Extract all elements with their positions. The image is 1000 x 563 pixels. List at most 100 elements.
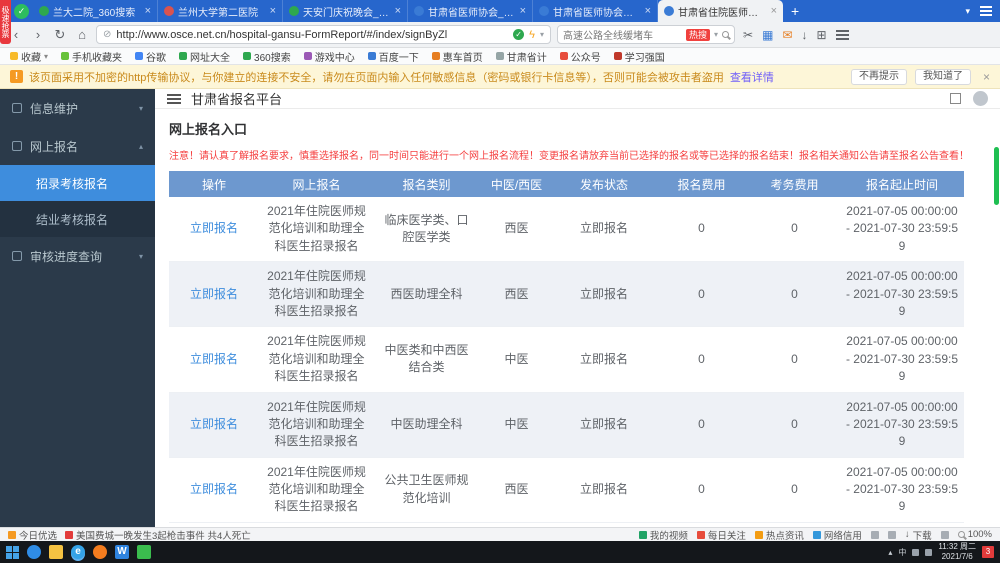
close-icon[interactable]: × <box>983 70 990 84</box>
type-cell: 西医 <box>479 262 554 327</box>
mail-icon[interactable]: ✉ <box>782 28 792 42</box>
hot-search-badge[interactable]: 热搜 <box>686 29 710 41</box>
browser-tab[interactable]: 甘肃省医师协会_百度搜索 × <box>408 0 533 22</box>
zoom-control[interactable]: 100% <box>958 529 992 540</box>
network-icon[interactable] <box>912 549 919 556</box>
warning-detail-link[interactable]: 查看详情 <box>730 69 774 85</box>
sidebar-item-info-maintenance[interactable]: 信息维护 ▾ <box>0 89 155 127</box>
close-icon[interactable]: × <box>395 5 401 17</box>
exam-fee-cell: 0 <box>749 327 840 392</box>
browser-logo-icon[interactable]: ✓ <box>14 4 29 19</box>
my-videos[interactable]: 我的视频 <box>639 528 688 542</box>
tray-expand-chevron-icon[interactable]: ▴ <box>888 548 892 557</box>
start-button[interactable] <box>6 546 19 559</box>
side-ribbon[interactable]: 极速抢票 <box>0 0 11 44</box>
chevron-up-icon: ▴ <box>139 142 143 151</box>
sidebar-item-review-progress[interactable]: 审核进度查询 ▾ <box>0 237 155 275</box>
browser-tab[interactable]: 天安门庆祝晚会_360搜索 × <box>283 0 408 22</box>
browser-tab[interactable]: 兰大二院_360搜索 × <box>33 0 158 22</box>
net-credit[interactable]: 网络信用 <box>813 528 862 542</box>
bookmarks-bar: 收藏 ▾ 手机收藏夹 谷歌 网址大全 360搜索 游戏中心 百度一下 <box>0 48 1000 65</box>
status-cell: 立即报名 <box>554 262 654 327</box>
signup-now-link[interactable]: 立即报名 <box>190 417 238 431</box>
file-explorer-icon[interactable] <box>49 545 63 559</box>
new-tab-button[interactable]: + <box>783 3 807 19</box>
bookmark-item[interactable]: 惠车首页 <box>432 49 483 64</box>
toolbar-icons: ✂ ▦ ✉ ↓ ⊞ <box>743 28 849 42</box>
refresh-button[interactable]: ↻ <box>52 27 68 43</box>
close-icon[interactable]: × <box>771 5 777 17</box>
download-icon[interactable]: ↓ <box>801 28 807 42</box>
bookmark-item[interactable]: 网址大全 <box>179 49 230 64</box>
wechat-icon[interactable] <box>137 545 151 559</box>
sidebar-toggle-icon[interactable] <box>888 531 896 539</box>
close-icon[interactable]: × <box>145 5 151 17</box>
sidebar-item-online-signup[interactable]: 网上报名 ▴ <box>0 127 155 165</box>
signup-now-link[interactable]: 立即报名 <box>190 352 238 366</box>
bookmark-item[interactable]: 谷歌 <box>135 49 166 64</box>
home-button[interactable]: ⌂ <box>74 27 90 42</box>
close-icon[interactable]: × <box>645 5 651 17</box>
today-picks[interactable]: 今日优选 <box>8 528 57 542</box>
notification-badge[interactable]: 3 <box>982 546 994 558</box>
browser-tab[interactable]: 甘肃省医师协会官方网站 × <box>533 0 658 22</box>
wps-icon[interactable]: W <box>115 545 129 559</box>
input-method-indicator[interactable]: 中 <box>898 547 906 558</box>
page-scrollbar-thumb[interactable] <box>994 147 999 205</box>
bookmark-favorites[interactable]: 收藏 ▾ <box>10 49 48 64</box>
tab-list-chevron-icon[interactable]: ▾ <box>965 6 970 17</box>
search-suggestion-text[interactable]: 高速公路全线缓堵车 <box>563 27 682 42</box>
bookmark-item[interactable]: 学习强国 <box>614 49 665 64</box>
taskbar-clock[interactable]: 11:32 周二 2021/7/6 <box>938 542 976 562</box>
search-box[interactable]: 高速公路全线缓堵车 热搜 ▾ <box>557 25 735 44</box>
tab-menu-icon[interactable] <box>980 6 992 16</box>
site-safety-shield-icon[interactable]: ✓ <box>513 29 524 40</box>
search-dropdown-icon[interactable]: ▾ <box>714 30 718 39</box>
sidebar-item-graduation-exam-signup[interactable]: 结业考核报名 <box>0 201 155 237</box>
forward-button[interactable]: › <box>30 27 46 42</box>
bookmark-item[interactable]: 百度一下 <box>368 49 419 64</box>
message-icon[interactable] <box>871 531 879 539</box>
address-bar[interactable]: ⊘ http://www.osce.net.cn/hospital-gansu-… <box>96 25 551 44</box>
close-icon[interactable]: × <box>520 5 526 17</box>
speed-mode-lightning-icon[interactable]: ϟ <box>529 29 535 41</box>
bookmark-item[interactable]: 游戏中心 <box>304 49 355 64</box>
bookmark-item[interactable]: 手机收藏夹 <box>61 49 122 64</box>
status-cell: 立即报名 <box>554 392 654 457</box>
sidebar-item-recruit-exam-signup[interactable]: 招录考核报名 <box>0 165 155 201</box>
news-ticker[interactable]: 美国费城一晚发生3起枪击事件 共4人死亡 <box>65 528 251 542</box>
sidebar-item-label: 信息维护 <box>30 100 78 117</box>
bookmark-item[interactable]: 甘肃省计 <box>496 49 547 64</box>
search-icon[interactable] <box>722 31 729 38</box>
signup-now-link[interactable]: 立即报名 <box>190 287 238 301</box>
url-text[interactable]: http://www.osce.net.cn/hospital-gansu-Fo… <box>116 29 508 41</box>
volume-icon[interactable] <box>925 549 932 556</box>
browser-menu-icon[interactable] <box>836 30 849 40</box>
browser-tab[interactable]: 兰州大学第二医院 × <box>158 0 283 22</box>
ie-browser-icon[interactable]: e <box>71 545 85 559</box>
my-videos-icon <box>639 531 647 539</box>
fullscreen-icon[interactable] <box>950 93 961 104</box>
period-cell: 2021-07-05 00:00:00 - 2021-07-30 23:59:5… <box>840 457 964 522</box>
got-it-button[interactable]: 我知道了 <box>915 69 971 85</box>
extensions-grid-icon[interactable]: ⊞ <box>816 28 826 42</box>
progress-icon <box>12 251 22 261</box>
browser-tab-active[interactable]: 甘肃省住院医师规范化培训 × <box>658 0 783 22</box>
signup-now-link[interactable]: 立即报名 <box>190 221 238 235</box>
apps-grid-icon[interactable]: ▦ <box>762 28 773 42</box>
hot-news[interactable]: 热点资讯 <box>755 528 804 542</box>
dont-remind-button[interactable]: 不再提示 <box>851 69 907 85</box>
url-dropdown-icon[interactable]: ▾ <box>540 30 544 39</box>
screenshot-scissors-icon[interactable]: ✂ <box>743 28 753 42</box>
firefox-icon[interactable] <box>93 545 107 559</box>
downloads-entry[interactable]: ↓ 下载 <box>905 528 932 542</box>
user-avatar[interactable] <box>973 91 988 106</box>
daily-follow[interactable]: 每日关注 <box>697 528 746 542</box>
signup-now-link[interactable]: 立即报名 <box>190 482 238 496</box>
close-icon[interactable]: × <box>270 5 276 17</box>
bookmark-item[interactable]: 公众号 <box>560 49 601 64</box>
hamburger-menu-icon[interactable] <box>167 94 181 104</box>
bookmark-item[interactable]: 360搜索 <box>243 49 291 64</box>
skin-icon[interactable] <box>941 531 949 539</box>
taskbar-search-icon[interactable] <box>27 545 41 559</box>
